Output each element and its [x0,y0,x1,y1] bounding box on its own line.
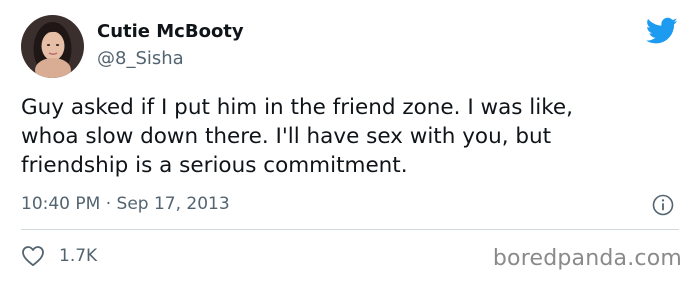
twitter-bird-icon[interactable] [646,17,678,45]
tweet-text-line: Guy asked if I put him in the friend zon… [21,95,573,120]
avatar-photo-icon [21,15,84,78]
tweet-text: Guy asked if I put him in the friend zon… [21,93,691,180]
watermark: boredpanda.com [492,246,682,271]
tweet-text-line: friendship is a serious commitment. [21,153,408,178]
author-handle[interactable]: @8_Sisha [97,48,184,69]
avatar[interactable] [21,15,84,78]
heart-icon[interactable] [21,245,45,267]
tweet-card: Cutie McBooty @8_Sisha Guy asked if I pu… [0,0,700,284]
like-count[interactable]: 1.7K [59,246,97,266]
tweet-timestamp[interactable]: 10:40 PM · Sep 17, 2013 [21,194,230,214]
tweet-text-line: whoa slow down there. I'll have sex with… [21,124,552,149]
divider [21,229,679,230]
author-display-name[interactable]: Cutie McBooty [97,21,244,42]
info-icon[interactable] [651,193,675,217]
